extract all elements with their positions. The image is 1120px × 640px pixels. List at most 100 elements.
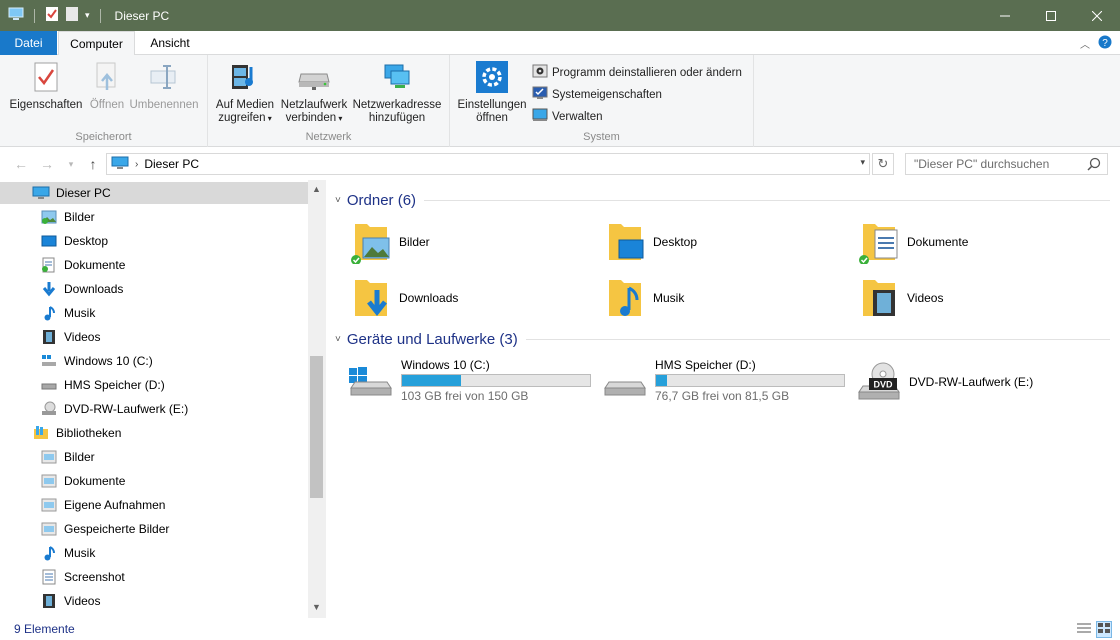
new-folder-quick-icon[interactable] xyxy=(65,6,79,25)
nav-item-label: Musik xyxy=(64,306,96,320)
chevron-down-icon: ˅ xyxy=(335,334,341,345)
maximize-button[interactable] xyxy=(1028,0,1074,31)
help-icon[interactable]: ? xyxy=(1098,35,1112,52)
nav-item-desktop[interactable]: Desktop xyxy=(0,230,308,252)
nav-item-downloads[interactable]: Downloads xyxy=(0,278,308,300)
recent-locations-button[interactable]: ▾ xyxy=(62,156,80,172)
folder-downloads[interactable]: Downloads xyxy=(351,276,458,320)
add-network-location-label-2: hinzufügen xyxy=(368,112,426,124)
videos-folder-icon xyxy=(859,276,899,320)
nav-item-library-screenshot[interactable]: Screenshot xyxy=(0,566,308,588)
close-button[interactable] xyxy=(1074,0,1120,31)
drive-icon xyxy=(40,377,58,393)
folder-pictures[interactable]: Bilder xyxy=(351,220,430,265)
nav-scrollbar[interactable]: ▲ ▼ xyxy=(308,180,325,618)
refresh-button[interactable]: ↻ xyxy=(872,153,894,175)
system-properties-button[interactable]: Systemeigenschaften xyxy=(532,85,662,104)
details-view-icon[interactable] xyxy=(1076,621,1092,638)
nav-item-music[interactable]: Musik xyxy=(0,302,308,324)
scroll-up-icon[interactable]: ▲ xyxy=(312,184,321,194)
dvd-drive-icon xyxy=(40,401,58,417)
up-button[interactable]: ↑ xyxy=(84,156,102,172)
map-network-drive-button[interactable]: Netzlaufwerk verbinden ▾ xyxy=(278,59,350,125)
access-media-button[interactable]: Auf Medien zugreifen ▾ xyxy=(212,59,278,125)
customize-quick-access-icon[interactable]: ▾ xyxy=(85,10,90,21)
nav-item-hms-drive[interactable]: HMS Speicher (D:) xyxy=(0,374,308,396)
properties-quick-icon[interactable] xyxy=(45,6,59,25)
scrollbar-thumb[interactable] xyxy=(310,356,323,498)
rename-button[interactable]: Umbenennen xyxy=(128,59,200,112)
breadcrumb[interactable]: Dieser PC xyxy=(144,157,199,171)
refresh-icon: ↻ xyxy=(877,156,889,171)
ribbon-controls: ︿ ? xyxy=(1080,35,1112,52)
address-dropdown-icon[interactable]: ▾ xyxy=(860,157,865,168)
ribbon: Eigenschaften Öffnen Umbenennen Speicher… xyxy=(0,55,1120,147)
view-switcher xyxy=(1076,621,1112,638)
add-network-location-button[interactable]: Netzwerkadresse hinzufügen xyxy=(350,59,444,125)
manage-label: Verwalten xyxy=(552,110,603,123)
nav-item-library-pictures[interactable]: Bilder xyxy=(0,446,308,468)
nav-item-label: Screenshot xyxy=(64,570,125,584)
nav-item-label: Bilder xyxy=(64,210,95,224)
nav-item-library-music[interactable]: Musik xyxy=(0,542,308,564)
scroll-down-icon[interactable]: ▼ xyxy=(312,602,321,612)
manage-button[interactable]: Verwalten xyxy=(532,107,603,126)
folder-label: Videos xyxy=(907,291,944,305)
nav-item-libraries[interactable]: Bibliotheken xyxy=(0,422,308,444)
libraries-icon xyxy=(32,425,50,441)
breadcrumb-separator-icon: › xyxy=(135,158,139,170)
folders-section-header[interactable]: ˅ Ordner (6) xyxy=(335,192,1110,209)
tab-computer[interactable]: Computer xyxy=(58,31,135,56)
nav-item-videos[interactable]: Videos xyxy=(0,326,308,348)
music-folder-icon xyxy=(605,276,645,320)
nav-item-label: Musik xyxy=(64,546,96,560)
desktop-icon xyxy=(40,233,58,249)
tab-view[interactable]: Ansicht xyxy=(140,31,200,55)
drive-name: Windows 10 (C:) xyxy=(401,358,490,372)
network-location-icon xyxy=(379,59,415,95)
nav-item-library-camera-roll[interactable]: Eigene Aufnahmen xyxy=(0,494,308,516)
properties-button[interactable]: Eigenschaften xyxy=(8,59,84,112)
manage-icon xyxy=(532,107,548,126)
nav-item-label: Eigene Aufnahmen xyxy=(64,498,166,512)
nav-item-library-saved-pictures[interactable]: Gespeicherte Bilder xyxy=(0,518,308,540)
nav-item-documents[interactable]: Dokumente xyxy=(0,254,308,276)
tiles-view-icon[interactable] xyxy=(1096,621,1112,638)
nav-item-label: Dieser PC xyxy=(56,186,111,200)
minimize-button[interactable] xyxy=(982,0,1028,31)
open-button[interactable]: Öffnen xyxy=(84,59,130,112)
folder-videos[interactable]: Videos xyxy=(859,276,943,320)
folder-desktop[interactable]: Desktop xyxy=(605,220,697,264)
forward-button[interactable]: → xyxy=(38,156,56,172)
open-settings-button[interactable]: Einstellungen öffnen xyxy=(454,59,530,125)
add-network-location-label-1: Netzwerkadresse xyxy=(352,99,442,111)
search-input[interactable]: "Dieser PC" durchsuchen xyxy=(905,153,1108,175)
uninstall-program-button[interactable]: Programm deinstallieren oder ändern xyxy=(532,63,742,82)
nav-item-library-documents[interactable]: Dokumente xyxy=(0,470,308,492)
nav-item-windows-drive[interactable]: Windows 10 (C:) xyxy=(0,350,308,372)
chevron-down-icon: ˅ xyxy=(335,195,341,206)
drive-name: DVD-RW-Laufwerk (E:) xyxy=(909,375,1034,389)
nav-item-dvd-drive[interactable]: DVD-RW-Laufwerk (E:) xyxy=(0,398,308,420)
drives-section-header[interactable]: ˅ Geräte und Laufwerke (3) xyxy=(335,331,1110,348)
address-bar[interactable]: › Dieser PC ▾ xyxy=(106,153,870,175)
collapse-ribbon-icon[interactable]: ︿ xyxy=(1080,36,1090,51)
computer-icon xyxy=(32,185,50,201)
drive-d[interactable]: HMS Speicher (D:) 76,7 GB frei von 81,5 … xyxy=(601,358,845,403)
folder-music[interactable]: Musik xyxy=(605,276,684,320)
nav-item-this-pc[interactable]: Dieser PC xyxy=(0,182,308,204)
drive-e[interactable]: DVD DVD-RW-Laufwerk (E:) xyxy=(855,362,1033,402)
navigation-pane: Dieser PC Bilder Desktop Dokumente Downl… xyxy=(0,180,326,618)
network-drive-icon xyxy=(296,59,332,95)
nav-item-library-videos[interactable]: Videos xyxy=(0,590,308,612)
music-icon xyxy=(40,305,58,321)
nav-item-pictures[interactable]: Bilder xyxy=(0,206,308,228)
drive-c[interactable]: Windows 10 (C:) 103 GB frei von 150 GB xyxy=(347,358,591,403)
rename-icon xyxy=(146,59,182,95)
back-button[interactable]: ← xyxy=(12,156,30,172)
folder-documents[interactable]: Dokumente xyxy=(859,220,968,265)
drive-usage-bar xyxy=(401,374,591,387)
nav-item-label: HMS Speicher (D:) xyxy=(64,378,165,392)
properties-label: Eigenschaften xyxy=(9,99,83,111)
tab-file[interactable]: Datei xyxy=(0,31,57,55)
